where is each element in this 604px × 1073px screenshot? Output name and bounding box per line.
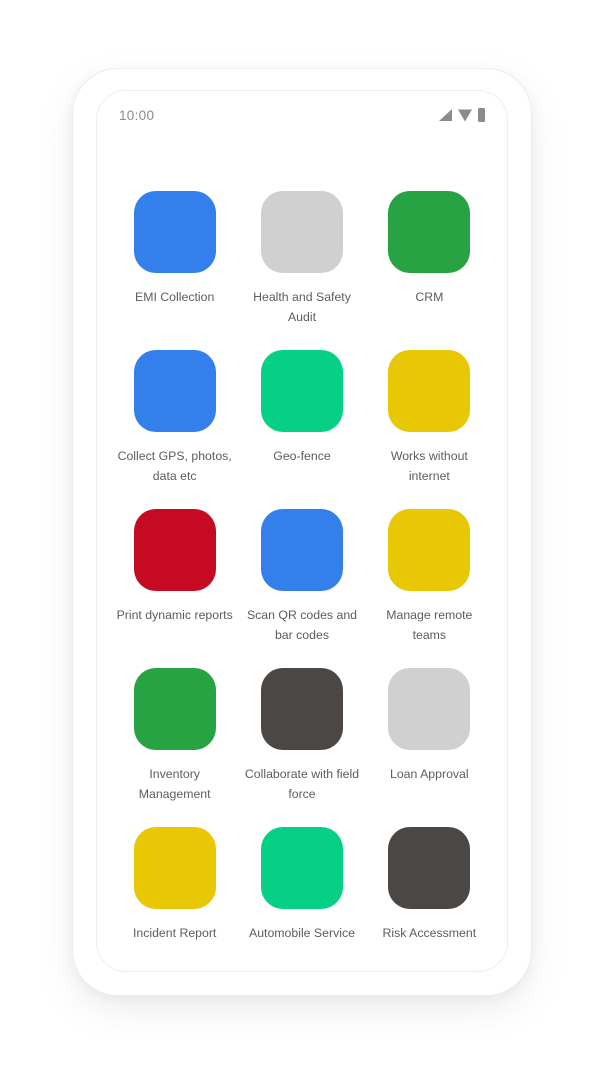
emi-collection-icon[interactable] <box>133 191 216 273</box>
geo-fence-icon[interactable] <box>260 350 343 432</box>
app-tile-label: Incident Report <box>132 926 217 940</box>
app-tile[interactable]: Inventory Management <box>111 668 238 804</box>
app-tile-label: Automobile Service <box>249 926 355 940</box>
app-tile[interactable]: EMI Collection <box>111 191 238 327</box>
status-bar-icons <box>439 108 485 122</box>
app-grid: EMI Collection Health and Safety Audit CRM… <box>97 191 507 943</box>
app-tile[interactable]: Risk Accessment <box>366 827 493 943</box>
status-bar-clock: 10:00 <box>119 107 155 123</box>
app-tile[interactable]: Geo-fence <box>238 350 365 486</box>
collect-gps-icon[interactable] <box>133 350 216 432</box>
app-tile-label: Collect GPS, photos, data etc <box>117 449 232 483</box>
battery-icon <box>478 108 485 122</box>
app-tile-label: Works without internet <box>390 449 468 483</box>
app-tile-label: EMI Collection <box>135 290 215 304</box>
inventory-management-icon[interactable] <box>133 668 216 750</box>
risk-assessment-icon[interactable] <box>388 827 471 909</box>
app-tile-label: Geo-fence <box>273 449 331 463</box>
phone-screen: 10:00 EMI Collection Health and Safety Au… <box>96 90 508 972</box>
app-tile-label: CRM <box>415 290 444 304</box>
health-safety-audit-icon[interactable] <box>260 191 343 273</box>
print-reports-icon[interactable] <box>133 509 216 591</box>
app-tile-label: Print dynamic reports <box>116 608 233 622</box>
app-tile[interactable]: Automobile Service <box>238 827 365 943</box>
app-tile-label: Risk Accessment <box>382 926 477 940</box>
app-tile-label: Manage remote teams <box>386 608 473 642</box>
scan-qr-icon[interactable] <box>260 509 343 591</box>
works-offline-icon[interactable] <box>388 350 471 432</box>
signal-icon <box>439 109 452 121</box>
app-tile-label: Inventory Management <box>138 767 211 801</box>
app-tile-label: Scan QR codes and bar codes <box>246 608 358 642</box>
app-tile[interactable]: Print dynamic reports <box>111 509 238 645</box>
app-tile[interactable]: Collaborate with field force <box>238 668 365 804</box>
incident-report-icon[interactable] <box>133 827 216 909</box>
status-bar: 10:00 <box>97 91 507 139</box>
app-tile[interactable]: CRM <box>366 191 493 327</box>
app-tile[interactable]: Scan QR codes and bar codes <box>238 509 365 645</box>
app-tile[interactable]: Loan Approval <box>366 668 493 804</box>
app-tile-label: Health and Safety Audit <box>253 290 351 324</box>
app-tile[interactable]: Incident Report <box>111 827 238 943</box>
crm-icon[interactable] <box>388 191 471 273</box>
page-root: 10:00 EMI Collection Health and Safety Au… <box>0 0 604 1073</box>
app-tile[interactable]: Collect GPS, photos, data etc <box>111 350 238 486</box>
manage-teams-icon[interactable] <box>388 509 471 591</box>
wifi-icon <box>458 109 472 122</box>
collaborate-field-force-icon[interactable] <box>260 668 343 750</box>
app-tile-label: Loan Approval <box>390 767 469 781</box>
app-tile[interactable]: Health and Safety Audit <box>238 191 365 327</box>
app-tile[interactable]: Works without internet <box>366 350 493 486</box>
app-tile[interactable]: Manage remote teams <box>366 509 493 645</box>
app-tile-label: Collaborate with field force <box>244 767 360 801</box>
loan-approval-icon[interactable] <box>388 668 471 750</box>
automobile-service-icon[interactable] <box>260 827 343 909</box>
